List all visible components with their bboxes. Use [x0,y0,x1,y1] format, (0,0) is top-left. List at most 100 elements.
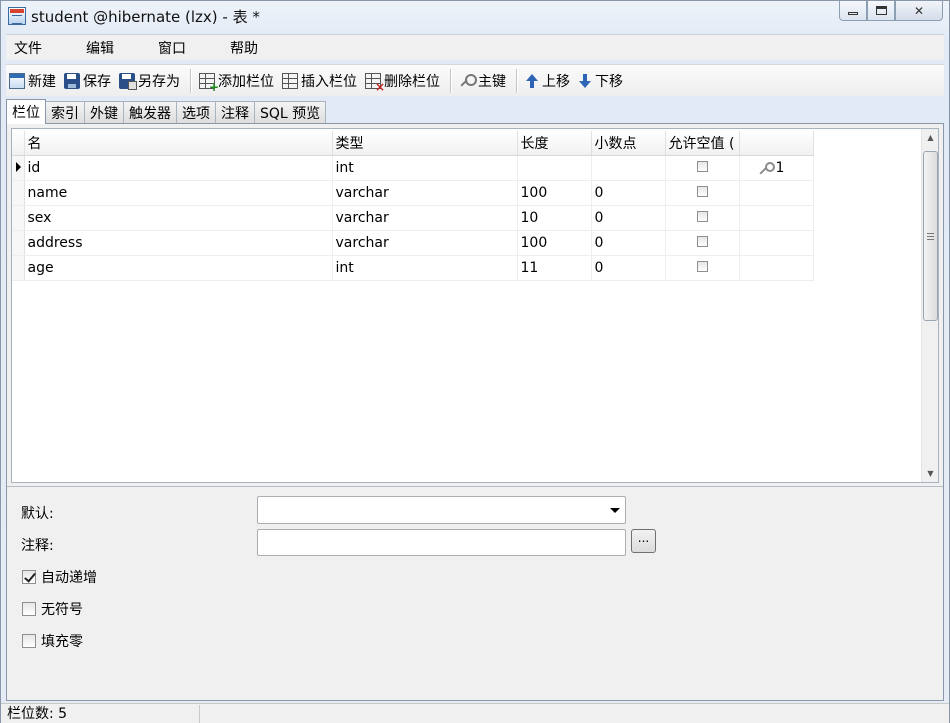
col-header-length[interactable]: 长度 [517,131,592,156]
auto-increment-option[interactable]: 自动递增 [22,567,97,587]
cell-key[interactable] [739,230,814,256]
move-down-label: 下移 [595,73,623,90]
table-row[interactable]: name varchar 100 0 [12,180,814,206]
scrollbar-thumb[interactable] [923,151,938,321]
cell-length[interactable] [517,155,592,181]
move-up-label: 上移 [542,73,570,90]
delete-column-button[interactable]: 删除栏位 [365,71,440,94]
minimize-button[interactable] [839,1,867,21]
row-selector[interactable] [12,155,25,181]
tab-indexes[interactable]: 索引 [45,101,85,124]
move-up-button[interactable]: 上移 [525,71,570,91]
tab-sql-preview[interactable]: SQL 预览 [254,101,327,124]
tab-options[interactable]: 选项 [176,101,216,124]
row-selector[interactable] [12,255,25,281]
cell-length[interactable]: 10 [517,205,592,231]
auto-increment-checkbox[interactable] [22,570,36,584]
close-icon: ✕ [913,3,925,18]
save-button[interactable]: 保存 [64,71,111,91]
row-selector[interactable] [12,230,25,256]
cell-allow-null[interactable] [665,155,740,181]
new-button[interactable]: 新建 [9,71,56,91]
cell-key[interactable]: 1 [739,155,814,181]
cell-key[interactable] [739,205,814,231]
cell-type[interactable]: varchar [332,205,518,231]
comment-field[interactable] [257,529,626,556]
cell-type[interactable]: int [332,255,518,281]
unsigned-label: 无符号 [41,602,83,618]
row-selector[interactable] [12,180,25,206]
close-button[interactable]: ✕ [895,1,943,21]
cell-decimals[interactable]: 0 [591,205,666,231]
cell-key[interactable] [739,255,814,281]
cell-allow-null[interactable] [665,205,740,231]
table-row[interactable]: address varchar 100 0 [12,230,814,256]
cell-allow-null[interactable] [665,180,740,206]
table-row[interactable]: id int 1 [12,155,814,181]
scroll-up-arrow-icon[interactable]: ▲ [922,129,939,146]
col-header-key[interactable] [739,131,814,156]
cell-type[interactable]: varchar [332,180,518,206]
table-row[interactable]: age int 11 0 [12,255,814,281]
col-header-allow-null[interactable]: 允许空值 ( [665,131,740,156]
cell-name[interactable]: sex [24,205,333,231]
tab-fields[interactable]: 栏位 [6,99,46,124]
tab-foreign-keys[interactable]: 外键 [84,101,124,124]
menu-edit[interactable]: 编辑 [79,38,121,58]
zerofill-option[interactable]: 填充零 [22,631,83,651]
window-title: student @hibernate (lzx) - 表 * [31,7,260,26]
cell-decimals[interactable]: 0 [591,180,666,206]
maximize-button[interactable] [867,1,895,21]
menu-help[interactable]: 帮助 [223,38,265,58]
cell-type[interactable]: varchar [332,230,518,256]
unsigned-option[interactable]: 无符号 [22,599,83,619]
cell-name[interactable]: id [24,155,333,181]
unsigned-checkbox[interactable] [22,602,36,616]
save-as-button[interactable]: 另存为 [119,71,180,91]
cell-length[interactable]: 100 [517,180,592,206]
cell-allow-null[interactable] [665,255,740,281]
allow-null-checkbox[interactable] [696,235,708,247]
zerofill-checkbox[interactable] [22,634,36,648]
menu-window[interactable]: 窗口 [151,38,193,58]
insert-column-icon [282,72,298,89]
add-column-button[interactable]: 添加栏位 [199,71,274,94]
scroll-down-arrow-icon[interactable]: ▼ [922,465,939,482]
tab-triggers[interactable]: 触发器 [123,101,177,124]
cell-length[interactable]: 100 [517,230,592,256]
status-empty [200,705,206,723]
cell-name[interactable]: age [24,255,333,281]
cell-decimals[interactable]: 0 [591,230,666,256]
default-label: 默认: [21,506,54,522]
allow-null-checkbox[interactable] [696,260,708,272]
minimize-icon [848,12,858,15]
cell-key[interactable] [739,180,814,206]
col-header-type[interactable]: 类型 [332,131,518,156]
row-selector[interactable] [12,205,25,231]
vertical-scrollbar[interactable]: ▲ ▼ [921,129,938,482]
cell-decimals[interactable] [591,155,666,181]
allow-null-checkbox[interactable] [696,185,708,197]
default-value-dropdown[interactable] [257,496,626,524]
cell-name[interactable]: name [24,180,333,206]
insert-column-button[interactable]: 插入栏位 [282,71,357,91]
allow-null-checkbox[interactable] [696,210,708,222]
cell-name[interactable]: address [24,230,333,256]
table-row[interactable]: sex varchar 10 0 [12,205,814,231]
cell-length[interactable]: 11 [517,255,592,281]
current-row-arrow-icon [16,161,21,172]
col-header-name[interactable]: 名 [24,131,333,156]
table-app-icon [8,7,26,25]
cell-allow-null[interactable] [665,230,740,256]
col-header-decimals[interactable]: 小数点 [591,131,666,156]
cell-decimals[interactable]: 0 [591,255,666,281]
grip-icon [927,232,934,240]
tab-comment[interactable]: 注释 [215,101,255,124]
primary-key-button[interactable]: 主键 [459,71,506,91]
allow-null-checkbox[interactable] [696,160,708,172]
menu-file[interactable]: 文件 [7,38,49,58]
cell-type[interactable]: int [332,155,518,181]
comment-editor-button[interactable]: ... [631,529,656,553]
move-down-button[interactable]: 下移 [578,71,623,91]
panel-divider [7,486,943,487]
